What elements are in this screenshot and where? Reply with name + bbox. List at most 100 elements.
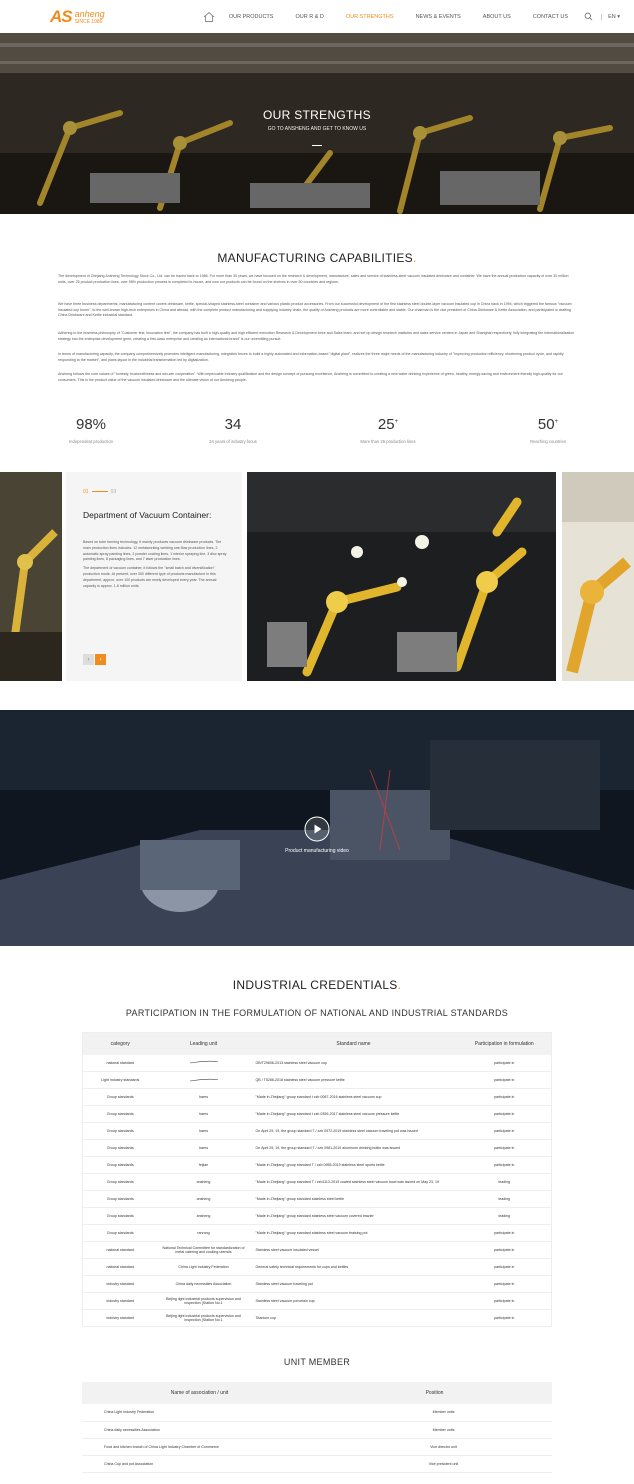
language-selector[interactable]: EN ▾: [601, 13, 620, 20]
cell-position: Vice president unit: [317, 1455, 552, 1473]
chevron-right-icon: ›: [99, 656, 102, 663]
department-card: 01 03 Department of Vacuum Container: Bas…: [66, 472, 242, 681]
cell-standard-name: "Made in Zhejiang" group standard T / zz…: [249, 1173, 458, 1191]
cell-leading-unit: Beijing light industrial products superv…: [157, 1292, 250, 1310]
hero-title: OUR STRENGTHS: [263, 108, 371, 122]
nav-our-strengths[interactable]: OUR STRENGTHS: [346, 14, 394, 20]
department-title: Department of Vacuum Container:: [83, 510, 212, 520]
search-icon[interactable]: [584, 12, 593, 21]
cell-leading-unit: feijian: [157, 1156, 250, 1174]
main-nav: OUR PRODUCTS OUR R & D OUR STRENGTHS NEW…: [203, 11, 620, 23]
cell-category: national standard: [82, 1258, 158, 1276]
cell-category: Group standards: [82, 1139, 158, 1157]
cell-leading-unit: National Technical Committee for standar…: [157, 1241, 250, 1259]
col-category: category: [82, 1032, 158, 1055]
col-position: Position: [317, 1382, 552, 1404]
video-section[interactable]: Product manufacturing video: [0, 710, 634, 946]
stat-countries: 50+ Reaching countries: [530, 416, 566, 444]
standards-title: PARTICIPATION IN THE FORMULATION OF NATI…: [125, 1008, 509, 1018]
nav-about-us[interactable]: ABOUT US: [483, 14, 511, 20]
slide-next-button[interactable]: ›: [95, 654, 106, 665]
capabilities-paragraph-1: The development of Zhejiang Ansheng Tech…: [58, 274, 569, 284]
play-icon[interactable]: [304, 816, 330, 842]
signature-mark: [157, 1071, 250, 1089]
cell-standard-name: "Made in Zhejiang" group standard stainl…: [249, 1190, 458, 1208]
cell-category: Group standards: [82, 1122, 158, 1140]
cell-participation: leading: [457, 1207, 552, 1225]
col-leading-unit: Leading unit: [157, 1032, 250, 1055]
nav-contact-us[interactable]: CONTACT US: [533, 14, 568, 20]
cell-standard-name: GB/T29606-2013 stainless steel vacuum cu…: [249, 1054, 458, 1072]
site-header: AS anheng SINCE 1986 OUR PRODUCTS OUR R …: [0, 0, 634, 33]
cell-participation: participate in: [457, 1224, 552, 1242]
department-slider: 01 03 Department of Vacuum Container: Bas…: [0, 472, 634, 681]
logo-mark: AS: [50, 6, 73, 26]
cell-leading-unit: China Light Industry Federation: [157, 1258, 250, 1276]
cell-position: Vice director unit: [317, 1438, 552, 1456]
table-row: national standard China Light Industry Fe…: [82, 1258, 552, 1276]
nav-news-events[interactable]: NEWS & EVENTS: [416, 14, 461, 20]
cell-standard-name: Stainless steel vacuum traveling pot: [249, 1275, 458, 1293]
capabilities-paragraph-5: Ansheng follows the core values of "hone…: [58, 372, 563, 382]
cell-participation: participate in: [457, 1309, 552, 1327]
cell-leading-unit: China daily necessities Association: [157, 1275, 250, 1293]
cell-category: Group standards: [82, 1224, 158, 1242]
capabilities-paragraph-2: We have three business departments, manu…: [58, 302, 572, 318]
nav-our-rd[interactable]: OUR R & D: [295, 14, 323, 20]
cell-association: China Cup and pot Association: [82, 1455, 317, 1473]
logo[interactable]: AS anheng SINCE 1986: [50, 7, 105, 27]
video-caption: Product manufacturing video: [285, 848, 349, 854]
cell-category: Group standards: [82, 1207, 158, 1225]
slide-prev-button[interactable]: ‹: [83, 654, 94, 665]
cell-standard-name: QB / T5286-2018 stainless steel vacuum p…: [249, 1071, 458, 1089]
cell-standard-name: On April 29, 19, the group standard T / …: [249, 1139, 458, 1157]
cell-leading-unit: haers: [157, 1088, 250, 1106]
cell-association: Food and kitchen branch of China Light I…: [82, 1438, 317, 1456]
logo-brand: anheng: [74, 8, 105, 19]
stat-independent-production: 98% Independent production: [68, 416, 113, 444]
table-row: Group standards haers "Made in Zhejiang" g…: [82, 1105, 552, 1123]
cell-category: Light industry standards: [82, 1071, 158, 1089]
cell-participation: participate in: [457, 1105, 552, 1123]
cell-participation: participate in: [457, 1241, 552, 1259]
department-paragraph-2: The department of vacuum container, it f…: [83, 566, 217, 588]
cell-standard-name: "Made in Zhejiang" group standard stainl…: [249, 1207, 458, 1225]
hero-subtitle: GO TO ANSHENG AND GET TO KNOW US: [267, 126, 367, 132]
chevron-left-icon: ‹: [87, 656, 90, 663]
slide-photo-right: [562, 472, 634, 681]
cell-category: national standard: [82, 1241, 158, 1259]
table-row: Group standards feijian "Made in Zhejiang"…: [82, 1156, 552, 1174]
cell-leading-unit: haers: [157, 1105, 250, 1123]
table-row: Group standards ansheng "Made in Zhejiang"…: [82, 1207, 552, 1225]
home-icon[interactable]: [203, 11, 215, 23]
cell-participation: leading: [457, 1190, 552, 1208]
table-row: Group standards ranrong "Made in Zhejiang"…: [82, 1224, 552, 1242]
slide-photo-main: [247, 472, 556, 681]
cell-category: Group standards: [82, 1173, 158, 1191]
col-association: Name of association / unit: [82, 1382, 317, 1404]
capabilities-paragraph-3: Adhering to the business philosophy of "…: [58, 331, 575, 341]
cell-standard-name: Stainless steel vacuum porcelain cup: [249, 1292, 458, 1310]
slide-photo-left: [0, 472, 62, 681]
nav-our-products[interactable]: OUR PRODUCTS: [229, 14, 274, 20]
cell-category: national standard: [82, 1054, 158, 1072]
cell-participation: participate in: [457, 1122, 552, 1140]
cell-standard-name: On April 29, 19, the group standard T / …: [249, 1122, 458, 1140]
cell-leading-unit: haers: [157, 1122, 250, 1140]
cell-leading-unit: ranrong: [157, 1224, 250, 1242]
cell-standard-name: "Made in Zhejiang" group standard t zzb …: [249, 1105, 458, 1123]
hero-banner: OUR STRENGTHS GO TO ANSHENG AND GET TO K…: [0, 33, 634, 214]
cell-leading-unit: haers: [157, 1139, 250, 1157]
cell-participation: participate in: [457, 1292, 552, 1310]
table-row: national standard GB/T29606-2013 stainles…: [82, 1054, 552, 1072]
col-participation: Participation in formulation: [457, 1032, 552, 1055]
table-row: China Cup and pot Association Vice presid…: [82, 1455, 552, 1473]
stat-years-focus: 34 34 years of industry focus: [209, 416, 257, 444]
cell-category: Group standards: [82, 1105, 158, 1123]
cell-category: Group standards: [82, 1088, 158, 1106]
table-row: Group standards haers On April 29, 19, the…: [82, 1122, 552, 1140]
table-header-row: Name of association / unit Position: [82, 1382, 552, 1404]
cell-leading-unit: ansheng: [157, 1173, 250, 1191]
cell-standard-name: "Made in Zhejiang" group standard t zzb …: [249, 1088, 458, 1106]
capabilities-paragraph-4: In terms of manufacturing capacity, the …: [58, 352, 564, 362]
